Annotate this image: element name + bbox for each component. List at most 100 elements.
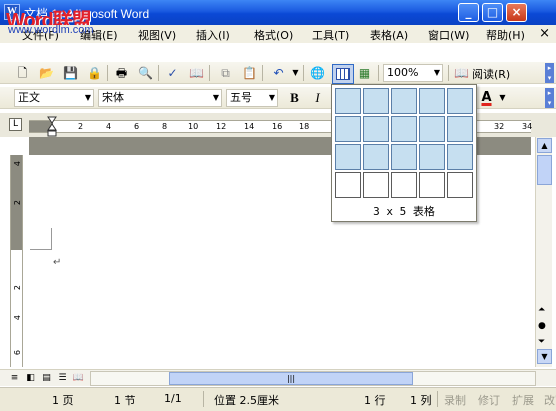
undo-icon[interactable]: ↶ (270, 65, 287, 81)
insert-table-picker[interactable]: 3 x 5 表格 (331, 84, 477, 222)
undo-dropdown-icon[interactable]: ▼ (287, 65, 304, 81)
table-grid-cell[interactable] (419, 88, 445, 114)
font-color-button[interactable]: A (478, 90, 495, 106)
vruler-tick: 6 (13, 350, 22, 356)
font-color-dropdown-icon[interactable]: ▼ (494, 90, 511, 106)
table-grid-cell[interactable] (363, 88, 389, 114)
maximize-button[interactable]: □ (482, 3, 503, 22)
read-icon[interactable]: 📖 (453, 65, 470, 81)
font-size-value: 五号 (230, 91, 252, 104)
horizontal-scroll-thumb[interactable]: ||| (169, 372, 413, 385)
zoom-select[interactable]: 100% ▼ (383, 64, 443, 82)
read-label[interactable]: 阅读(R) (472, 66, 510, 82)
menu-window[interactable]: 窗口(W) (428, 27, 469, 43)
vruler-tick: 2 (13, 285, 22, 291)
ruler-tick: 18 (299, 122, 310, 131)
tab-selector[interactable]: L (9, 118, 22, 131)
table-grid-cell[interactable] (447, 88, 473, 114)
open-icon[interactable]: 📂 (38, 65, 55, 81)
horizontal-scrollbar[interactable]: ||| (90, 371, 536, 386)
reading-view-icon[interactable]: 📖 (72, 372, 85, 385)
save-icon[interactable]: 💾 (62, 65, 79, 81)
hyperlink-icon[interactable]: 🌐 (309, 65, 326, 81)
status-section: 1 节 (114, 394, 136, 407)
ruler-tick: 32 (494, 122, 505, 131)
table-grid-cell[interactable] (335, 116, 361, 142)
italic-button[interactable]: I (309, 90, 326, 106)
table-grid-cell[interactable] (447, 172, 473, 198)
print-layout-icon[interactable]: ▤ (40, 372, 53, 385)
status-rec[interactable]: 录制 (444, 392, 466, 408)
table-grid-cell[interactable] (335, 172, 361, 198)
chevron-down-icon: ▼ (84, 93, 91, 102)
status-page-of: 1/1 (164, 392, 182, 405)
status-position: 位置 2.5厘米 (214, 394, 279, 407)
horizontal-scrollbar-area: ≡ ◧ ▤ ☰ 📖 ||| (0, 369, 556, 386)
minimize-button[interactable]: _ (458, 3, 479, 22)
font-select[interactable]: 宋体 ▼ (98, 89, 222, 107)
vertical-ruler[interactable]: 4 2 2 4 6 (10, 155, 23, 367)
menu-tools[interactable]: 工具(T) (312, 27, 349, 43)
table-grid-cell[interactable] (363, 116, 389, 142)
copy-icon[interactable]: ⧉ (217, 65, 234, 81)
toolbar-options-icon[interactable]: ▸ ▾ (545, 63, 554, 83)
table-grid-cell[interactable] (447, 144, 473, 170)
vertical-scrollbar[interactable]: ▲ ⏶ ● ⏷ ▼ (535, 137, 552, 367)
table-grid-cell[interactable] (391, 116, 417, 142)
table-grid-cell[interactable] (447, 116, 473, 142)
status-ext[interactable]: 扩展 (512, 392, 534, 408)
style-value: 正文 (18, 91, 40, 104)
style-select[interactable]: 正文 ▼ (14, 89, 94, 107)
table-grid-cell[interactable] (363, 144, 389, 170)
table-grid-cell[interactable] (391, 144, 417, 170)
paste-icon[interactable]: 📋 (241, 65, 258, 81)
close-button[interactable]: × (506, 3, 527, 22)
table-grid-cell[interactable] (391, 88, 417, 114)
outline-view-icon[interactable]: ☰ (56, 372, 69, 385)
ruler-tick: 4 (106, 122, 112, 131)
menu-insert[interactable]: 插入(I) (196, 27, 230, 43)
table-grid-cell[interactable] (419, 116, 445, 142)
vruler-tick: 2 (13, 200, 22, 206)
table-grid-cell[interactable] (335, 88, 361, 114)
status-ovr[interactable]: 改写 (544, 392, 556, 408)
bold-button[interactable]: B (286, 90, 303, 106)
indent-marker-icon[interactable] (47, 116, 57, 138)
vruler-tick: 4 (13, 161, 22, 167)
vertical-scroll-thumb[interactable] (537, 155, 552, 185)
document-close-icon[interactable]: × (539, 26, 550, 41)
insert-excel-icon[interactable]: ▦ (356, 65, 373, 81)
next-page-icon[interactable]: ⏷ (538, 337, 545, 347)
print-preview-icon[interactable]: 🔍 (137, 65, 154, 81)
standard-toolbar: 🗋 📂 💾 🔒 🖶 🔍 ✓ 📖 ⧉ 📋 ↶ ▼ 🌐 ▦ 100% ▼ 📖 阅读(… (0, 62, 556, 84)
menu-help[interactable]: 帮助(H) (486, 27, 525, 43)
permission-icon[interactable]: 🔒 (86, 65, 103, 81)
toolbar-options-icon[interactable]: ▸ ▾ (545, 88, 554, 108)
spelling-icon[interactable]: ✓ (164, 65, 181, 81)
ruler-tick: 2 (78, 122, 84, 131)
research-icon[interactable]: 📖 (188, 65, 205, 81)
vruler-tick: 4 (13, 315, 22, 321)
font-size-select[interactable]: 五号 ▼ (226, 89, 278, 107)
menu-view[interactable]: 视图(V) (138, 27, 176, 43)
previous-page-icon[interactable]: ⏶ (538, 305, 545, 315)
table-grid-cell[interactable] (419, 172, 445, 198)
table-grid-cell[interactable] (335, 144, 361, 170)
menu-format[interactable]: 格式(O) (254, 27, 293, 43)
status-trk[interactable]: 修订 (478, 392, 500, 408)
print-icon[interactable]: 🖶 (113, 65, 130, 81)
menu-table[interactable]: 表格(A) (370, 27, 408, 43)
insert-table-button[interactable] (332, 64, 354, 84)
table-size-label: 3 x 5 表格 (373, 205, 435, 218)
select-browse-object-icon[interactable]: ● (538, 321, 546, 331)
scroll-down-icon[interactable]: ▼ (537, 349, 552, 364)
web-view-icon[interactable]: ◧ (24, 372, 37, 385)
normal-view-icon[interactable]: ≡ (8, 372, 21, 385)
scroll-up-icon[interactable]: ▲ (537, 138, 552, 153)
table-grid-cell[interactable] (419, 144, 445, 170)
font-value: 宋体 (102, 91, 124, 104)
new-icon[interactable]: 🗋 (14, 65, 31, 81)
chevron-down-icon: ▼ (268, 93, 275, 102)
table-grid-cell[interactable] (363, 172, 389, 198)
table-grid-cell[interactable] (391, 172, 417, 198)
